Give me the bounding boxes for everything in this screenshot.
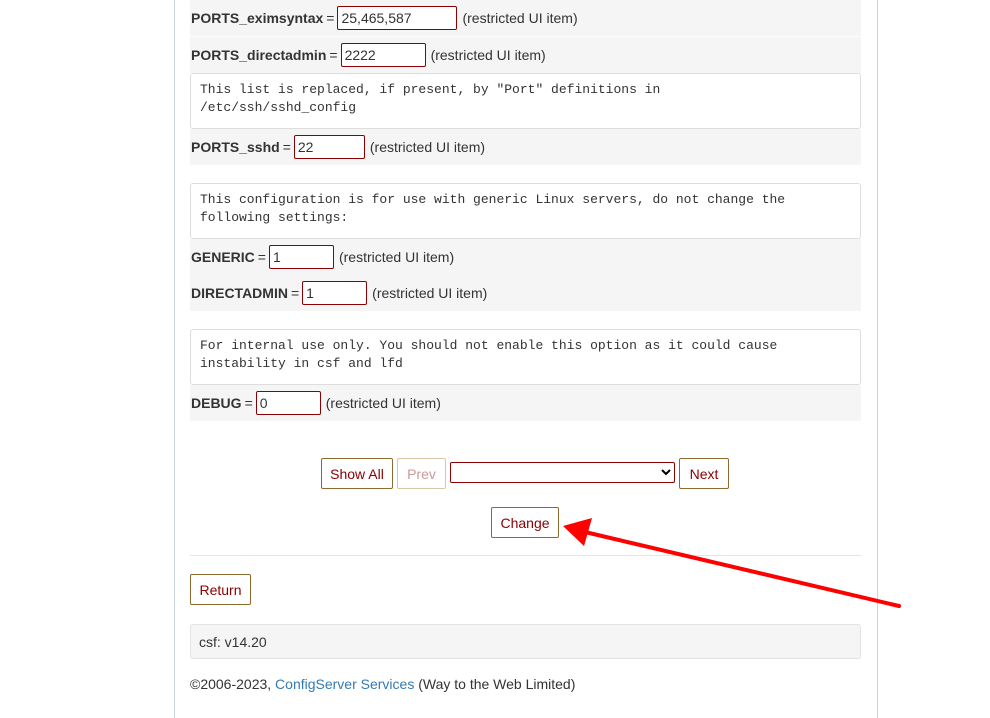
copyright-text: ©2006-2023, [190,676,272,692]
equals-sign: = [326,10,335,26]
setting-label: PORTS_sshd [191,139,280,155]
change-button[interactable]: Change [491,507,559,538]
setting-row-generic: GENERIC = (restricted UI item) [190,239,861,275]
equals-sign: = [282,139,291,155]
show-all-button[interactable]: Show All [321,458,393,489]
setting-row-ports-directadmin: PORTS_directadmin = (restricted UI item) [190,37,861,73]
setting-value-input[interactable] [255,391,321,415]
restricted-note: (restricted UI item) [462,10,578,26]
equals-sign: = [329,47,338,63]
setting-value-input[interactable] [268,245,334,269]
setting-value-input[interactable] [340,43,426,67]
prev-button[interactable]: Prev [397,458,446,489]
setting-row-directadmin: DIRECTADMIN = (restricted UI item) [190,275,861,311]
divider [190,555,861,556]
page-select[interactable] [450,462,675,483]
restricted-note: (restricted UI item) [338,249,455,265]
setting-comment: This configuration is for use with gener… [190,183,861,239]
restricted-note: (restricted UI item) [369,139,486,155]
setting-label: DEBUG [191,395,242,411]
return-button[interactable]: Return [190,574,251,605]
configserver-link[interactable]: ConfigServer Services [275,676,414,692]
setting-label: DIRECTADMIN [191,285,288,301]
setting-row-debug: DEBUG = (restricted UI item) [190,385,861,421]
setting-comment: For internal use only. You should not en… [190,329,861,385]
setting-label: PORTS_eximsyntax [191,10,324,26]
footer: ©2006-2023, ConfigServer Services (Way t… [190,676,575,692]
company-text: (Way to the Web Limited) [418,676,576,692]
setting-value-input[interactable] [293,135,365,159]
equals-sign: = [244,395,253,411]
restricted-note: (restricted UI item) [372,285,488,301]
setting-label: GENERIC [191,249,255,265]
restricted-note: (restricted UI item) [325,395,441,411]
next-button[interactable]: Next [679,458,729,489]
setting-label: PORTS_directadmin [191,47,327,63]
setting-row-ports-eximsyntax: PORTS_eximsyntax = (restricted UI item) [190,0,861,36]
setting-comment: This list is replaced, if present, by "P… [190,73,861,129]
setting-row-ports-sshd: PORTS_sshd = (restricted UI item) [190,129,861,165]
version-box: csf: v14.20 [190,624,861,659]
setting-value-input[interactable] [302,281,368,305]
equals-sign: = [257,249,266,265]
equals-sign: = [290,285,300,301]
restricted-note: (restricted UI item) [430,47,546,63]
setting-value-input[interactable] [337,6,458,30]
version-text: csf: v14.20 [199,633,267,650]
